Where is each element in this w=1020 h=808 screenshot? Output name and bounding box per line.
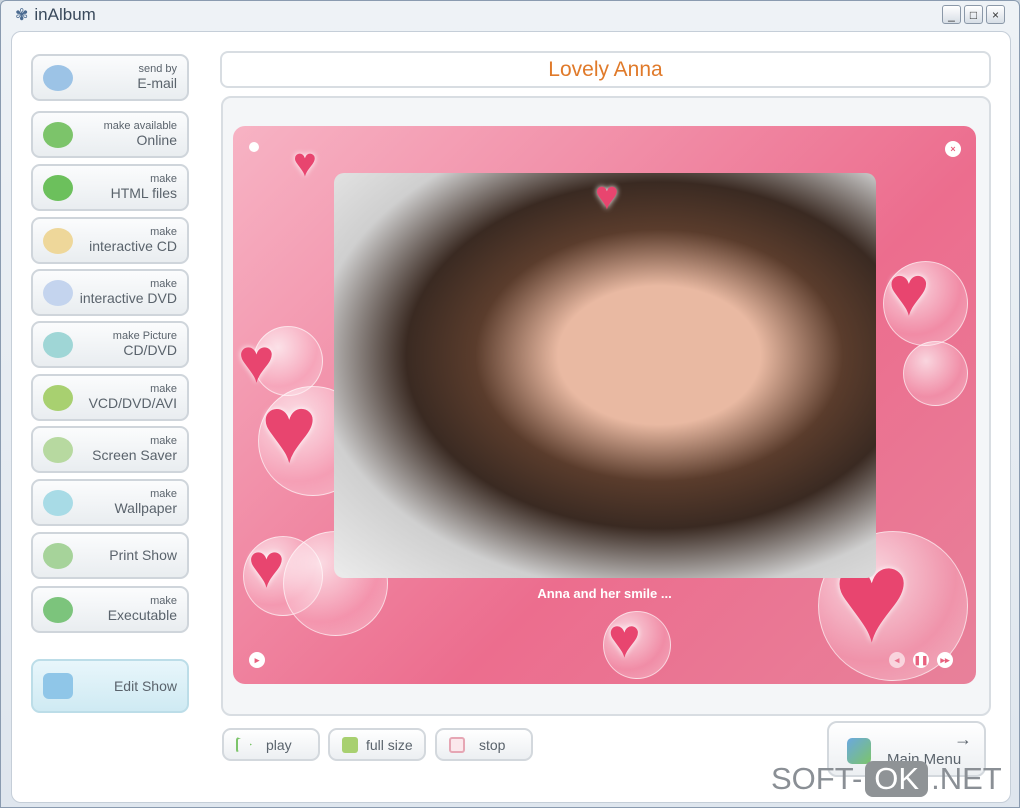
slideshow-frame: ♥ ♥ ♥ ♥ ♥ ♥ ♥ ♥ Anna and her smile ... ×… — [233, 126, 976, 684]
stop-button[interactable]: stop — [435, 728, 533, 761]
button-label: CD/DVD — [123, 341, 177, 358]
frame-folder-icon[interactable]: ▸ — [249, 652, 265, 668]
full-size-label: full size — [366, 736, 413, 753]
sidebar-button-interactive-dvd[interactable]: make interactive DVD — [31, 269, 189, 316]
edit-show-button[interactable]: Edit Show — [31, 659, 189, 713]
slideshow-photo — [334, 173, 876, 578]
heart-icon: ♥ — [595, 174, 619, 218]
heart-icon: ♥ — [888, 252, 930, 330]
button-label: Online — [136, 131, 177, 148]
play-button[interactable]: play — [222, 728, 320, 761]
sidebar-button-interactive-cd[interactable]: make interactive CD — [31, 217, 189, 264]
watermark-badge: OK — [865, 761, 929, 797]
next-icon[interactable]: ▸▸ — [937, 652, 953, 668]
button-text: make Executable — [73, 596, 177, 622]
edit-show-label: Edit Show — [113, 677, 177, 694]
sidebar-button-cd-dvd[interactable]: make Picture CD/DVD — [31, 321, 189, 368]
watermark-text: SOFT- — [771, 761, 863, 796]
sidebar-button-e-mail[interactable]: send by E-mail — [31, 54, 189, 101]
video-icon — [43, 384, 73, 411]
pause-icon[interactable]: ❚❚ — [913, 652, 929, 668]
show-title: Lovely Anna — [220, 51, 991, 88]
heart-icon: ♥ — [261, 377, 318, 483]
window-title: inAlbum — [34, 5, 96, 24]
heart-icon: ♥ — [608, 607, 641, 669]
heart-icon: ♥ — [293, 141, 317, 185]
email-icon — [43, 64, 73, 91]
full-size-icon — [342, 736, 358, 753]
button-label: interactive DVD — [79, 289, 177, 306]
sidebar-button-executable[interactable]: make Executable — [31, 586, 189, 633]
globe-icon — [43, 121, 73, 148]
button-text: Print Show — [73, 548, 177, 563]
play-icon — [236, 736, 252, 753]
button-label: Wallpaper — [114, 499, 177, 516]
sidebar-button-vcd-dvd-avi[interactable]: make VCD/DVD/AVI — [31, 374, 189, 421]
app-logo-icon: ✾ — [15, 7, 29, 24]
edit-show-icon — [43, 673, 73, 699]
button-label: HTML files — [110, 184, 177, 201]
button-label: interactive CD — [89, 237, 177, 254]
dvd-icon — [43, 279, 73, 306]
button-text: send by E-mail — [73, 64, 177, 90]
printer-icon — [43, 542, 73, 569]
button-label: Print Show — [109, 547, 177, 564]
button-text: make HTML files — [73, 174, 177, 200]
full-size-button[interactable]: full size — [328, 728, 426, 761]
prev-icon[interactable]: ◂ — [889, 652, 905, 668]
watermark-text: .NET — [931, 761, 1002, 796]
executable-icon — [43, 596, 73, 623]
arrow-right-icon: → — [954, 729, 972, 749]
sidebar-button-wallpaper[interactable]: make Wallpaper — [31, 479, 189, 526]
play-label: play — [266, 736, 292, 753]
close-button[interactable]: × — [986, 5, 1005, 24]
button-text: make Picture CD/DVD — [73, 331, 177, 357]
sidebar-button-screen-saver[interactable]: make Screen Saver — [31, 426, 189, 473]
maximize-button[interactable]: □ — [964, 5, 983, 24]
sidebar-button-online[interactable]: make available Online — [31, 111, 189, 158]
button-text: make interactive DVD — [73, 279, 177, 305]
screensaver-icon — [43, 436, 73, 463]
stop-icon — [449, 736, 465, 753]
minimize-button[interactable]: _ — [942, 5, 961, 24]
button-text: make Wallpaper — [73, 489, 177, 515]
watermark: SOFT- OK .NET — [771, 761, 1002, 797]
cd-icon — [43, 227, 73, 254]
frame-close-icon[interactable]: × — [945, 141, 961, 157]
stop-label: stop — [479, 736, 506, 753]
sidebar-button-print-show[interactable]: Print Show — [31, 532, 189, 579]
button-text: make interactive CD — [73, 227, 177, 253]
app-window: ✾ inAlbum _ □ × send by E-mail make avail… — [0, 0, 1020, 808]
button-label: VCD/DVD/AVI — [88, 394, 177, 411]
html-icon — [43, 174, 73, 201]
button-text: make VCD/DVD/AVI — [73, 384, 177, 410]
photo-caption: Anna and her smile ... — [537, 586, 672, 601]
picture-cd-icon — [43, 331, 73, 358]
button-label: Executable — [107, 606, 177, 623]
button-text: make Screen Saver — [73, 436, 177, 462]
button-label: E-mail — [137, 74, 177, 91]
button-text: make available Online — [73, 121, 177, 147]
wallpaper-icon — [43, 489, 73, 516]
button-label: Screen Saver — [92, 446, 177, 463]
sidebar-button-html-files[interactable]: make HTML files — [31, 164, 189, 211]
frame-menu-icon[interactable] — [249, 142, 259, 152]
title-bar: ✾ inAlbum _ □ × — [1, 1, 1019, 29]
